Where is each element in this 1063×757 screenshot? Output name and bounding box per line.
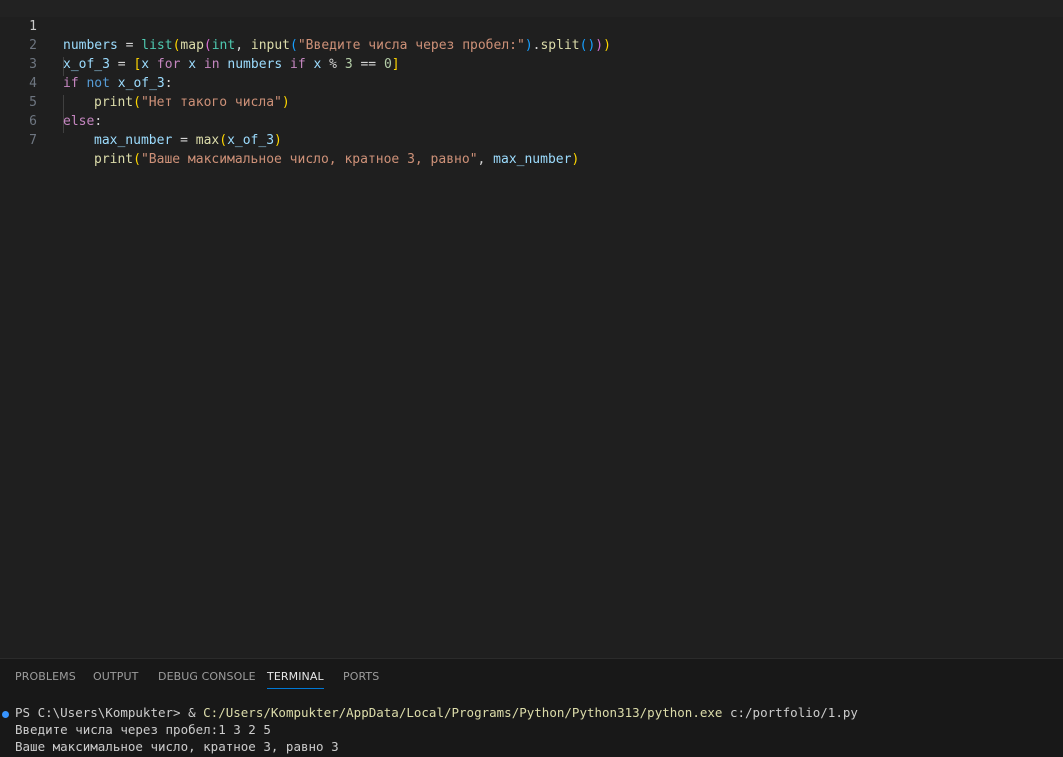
code-line-3[interactable]: 3 if not x_of_3: bbox=[0, 36, 1063, 91]
token: print bbox=[94, 152, 134, 167]
token: "Ваше максимальное число, кратное 3, рав… bbox=[140, 152, 478, 167]
token: ) bbox=[274, 133, 282, 148]
token: ) bbox=[571, 152, 580, 167]
code-line-4[interactable]: 4 print("Нет такого числа") bbox=[0, 55, 1063, 110]
token: ( bbox=[219, 133, 228, 148]
tab-terminal[interactable]: TERMINAL bbox=[267, 670, 324, 689]
terminal-exe-path: C:/Users/Kompukter/AppData/Local/Program… bbox=[203, 705, 723, 720]
token: , bbox=[477, 152, 494, 167]
code-text[interactable]: max_number = max(x_of_3) bbox=[94, 131, 282, 150]
line-number: 7 bbox=[29, 133, 37, 148]
code-text[interactable]: print("Ваше максимальное число, кратное … bbox=[94, 150, 579, 169]
token: max bbox=[195, 133, 220, 148]
terminal-script-arg: c:/portfolio/1.py bbox=[722, 705, 858, 720]
code-line-2[interactable]: 2 x_of_3 = [x for x in numbers if x % 3 … bbox=[0, 17, 1063, 72]
token: x_of_3 bbox=[227, 133, 275, 148]
command-status-dot-icon[interactable] bbox=[2, 711, 9, 718]
code-line-1[interactable]: 1 numbers = list(map(int, input("Введите… bbox=[0, 0, 1063, 53]
terminal-operator: & bbox=[188, 705, 204, 720]
code-line-6[interactable]: 6 max_number = max(x_of_3) bbox=[0, 93, 1063, 148]
terminal-output-line: Введите числа через пробел:1 3 2 5 bbox=[15, 722, 271, 737]
tab-debug-console[interactable]: DEBUG CONSOLE bbox=[158, 670, 256, 683]
token: max_number bbox=[94, 133, 173, 148]
terminal-command-line: PS C:\Users\Kompukter> & C:/Users/Kompuk… bbox=[15, 704, 858, 721]
terminal-output-line: Ваше максимальное число, кратное 3, равн… bbox=[15, 739, 339, 754]
token: ( bbox=[133, 152, 141, 167]
bottom-panel: PROBLEMS OUTPUT DEBUG CONSOLE TERMINAL P… bbox=[0, 658, 1063, 757]
terminal-prompt: PS C:\Users\Kompukter> bbox=[15, 705, 189, 720]
code-line-7[interactable]: 7 print("Ваше максимальное число, кратно… bbox=[0, 112, 1063, 167]
tab-problems[interactable]: PROBLEMS bbox=[15, 670, 76, 683]
terminal-output[interactable]: PS C:\Users\Kompukter> & C:/Users/Kompuk… bbox=[0, 703, 1063, 757]
tab-output[interactable]: OUTPUT bbox=[93, 670, 138, 683]
code-line-5[interactable]: 5 else: bbox=[0, 74, 1063, 129]
panel-tab-bar: PROBLEMS OUTPUT DEBUG CONSOLE TERMINAL P… bbox=[0, 659, 1063, 695]
token: max_number bbox=[493, 152, 572, 167]
token: = bbox=[172, 133, 196, 148]
tab-ports[interactable]: PORTS bbox=[343, 670, 379, 683]
code-editor[interactable]: 1 numbers = list(map(int, input("Введите… bbox=[0, 0, 1063, 658]
